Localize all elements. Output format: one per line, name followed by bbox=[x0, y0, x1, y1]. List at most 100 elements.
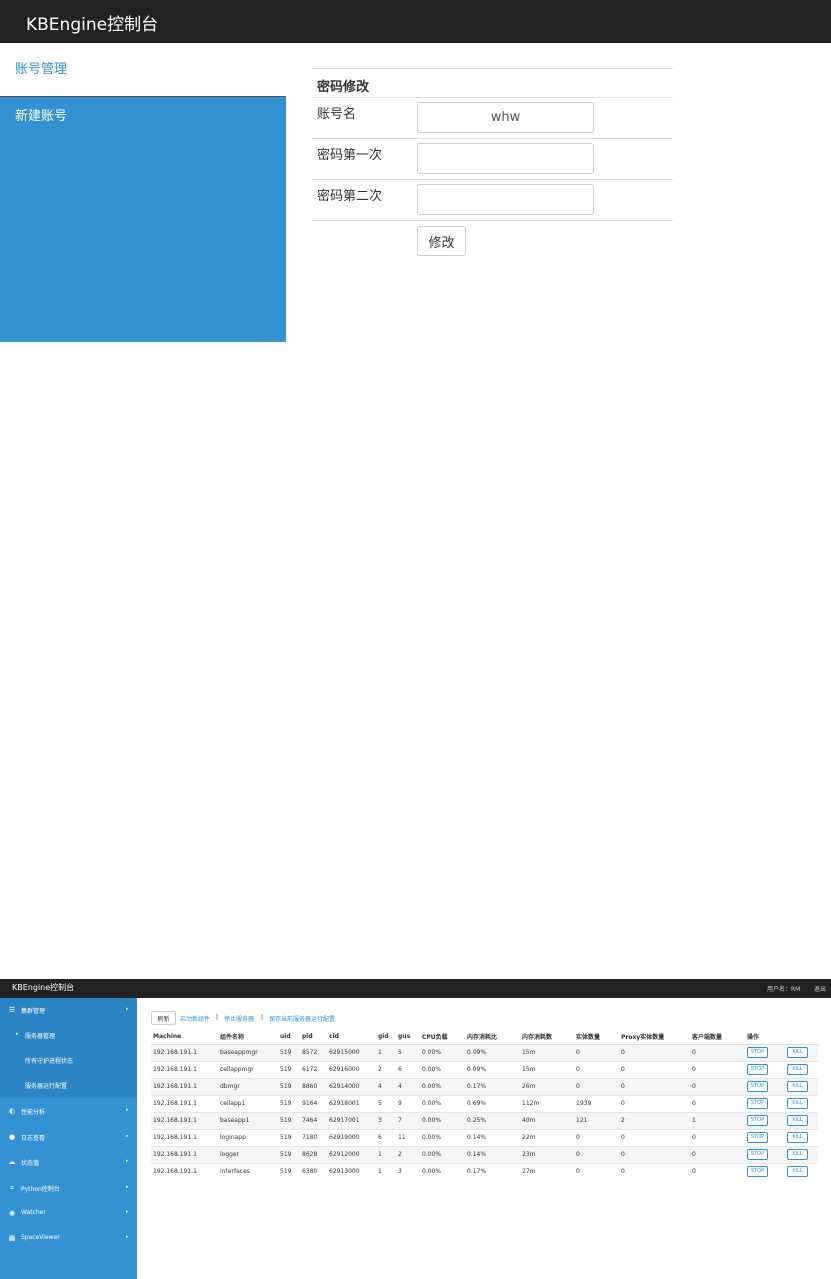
table-cell: 6172 bbox=[300, 1060, 327, 1078]
table-cell: 23m bbox=[520, 1145, 574, 1163]
table-header-row: Machine 组件名称 uid pid cid gid gus CPU负载 内存消耗比 内存消耗… bbox=[151, 1030, 818, 1045]
bottom-navbar: KBEngine控制台 用户名：RM 退出 bbox=[0, 979, 831, 998]
table-cell: 0 bbox=[690, 1145, 745, 1163]
sidebar-item-new-account[interactable]: 新建账号 bbox=[0, 97, 286, 137]
table-cell: 22m bbox=[520, 1128, 574, 1146]
sidebar-item-python-console[interactable]: ⌗ Python控制台 ▸ bbox=[0, 1176, 137, 1201]
brand-title[interactable]: KBEngine控制台 bbox=[12, 982, 74, 993]
table-cell: 0 bbox=[690, 1094, 745, 1112]
sidebar-item-server-management[interactable]: ▸ 服务器管理 bbox=[0, 1023, 137, 1048]
sidebar-item-run-config[interactable]: 服务器运行配置 bbox=[0, 1073, 137, 1098]
table-cell: 62913000 bbox=[327, 1162, 376, 1180]
table-cell: 40m bbox=[520, 1111, 574, 1129]
kill-button[interactable]: KILL bbox=[787, 1115, 808, 1126]
modify-button[interactable]: 修改 bbox=[417, 226, 466, 256]
refresh-button[interactable]: 刷新 bbox=[151, 1011, 176, 1025]
sidebar-item-logs[interactable]: ● 日志查看 ▸ bbox=[0, 1125, 137, 1150]
table-cell: 0.00% bbox=[420, 1077, 465, 1095]
chart-icon: ◐ bbox=[8, 1107, 16, 1115]
table-cell: 0.00% bbox=[420, 1162, 465, 1180]
account-input[interactable] bbox=[417, 102, 594, 133]
table-cell: 15m bbox=[520, 1060, 574, 1078]
table-cell: 5 bbox=[376, 1094, 396, 1112]
table-cell: 0.69% bbox=[465, 1094, 520, 1112]
table-cell: 0 bbox=[690, 1162, 745, 1180]
sidebar: 账号管理 新建账号 bbox=[0, 43, 286, 342]
account-row: 账号名 bbox=[312, 97, 673, 138]
table-cell: 0 bbox=[574, 1128, 619, 1146]
column-header: 内存消耗比 bbox=[465, 1030, 520, 1045]
sidebar-item-cluster-management[interactable]: ☰ 集群管理 ▸ bbox=[0, 998, 137, 1023]
column-header: 客户端数量 bbox=[690, 1030, 745, 1045]
table-cell: 192.168.191.1 bbox=[151, 1128, 218, 1146]
stop-button[interactable]: STOP bbox=[747, 1149, 768, 1160]
table-cell: 0.00% bbox=[420, 1094, 465, 1112]
table-cell: 4 bbox=[396, 1077, 420, 1095]
table-cell: 62912000 bbox=[327, 1145, 376, 1163]
table-cell: 0 bbox=[619, 1060, 690, 1078]
sidebar-item-label: 集群管理 bbox=[21, 1008, 46, 1015]
sidebar-item-status[interactable]: ☁ 状态值 ▸ bbox=[0, 1150, 137, 1175]
table-cell: 0.14% bbox=[465, 1128, 520, 1146]
start-component-link[interactable]: 启动新组件 bbox=[180, 1014, 210, 1023]
chevron-right-icon: ▸ bbox=[126, 1184, 129, 1190]
action-cell: STOP bbox=[745, 1094, 785, 1112]
column-header: gid bbox=[376, 1030, 396, 1045]
kill-button[interactable]: KILL bbox=[787, 1149, 808, 1160]
kill-button[interactable]: KILL bbox=[787, 1047, 808, 1058]
console-icon: ⌗ bbox=[10, 1184, 14, 1192]
column-header: 内存消耗数 bbox=[520, 1030, 574, 1045]
column-header: pid bbox=[300, 1030, 327, 1045]
table-row: 192.168.191.1 cellapp1 519 9164 62918001 5 9 0.… bbox=[151, 1094, 818, 1112]
action-cell: KILL bbox=[785, 1094, 818, 1112]
password1-input[interactable] bbox=[417, 143, 594, 174]
sidebar-item-performance[interactable]: ◐ 性能分析 ▸ bbox=[0, 1099, 137, 1124]
chevron-right-icon: ▸ bbox=[126, 1158, 129, 1164]
table-cell: 0 bbox=[619, 1077, 690, 1095]
table-cell: interfaces bbox=[218, 1162, 278, 1180]
cloud-icon: ☁ bbox=[8, 1158, 16, 1166]
table-cell: 192.168.191.1 bbox=[151, 1145, 218, 1163]
stop-button[interactable]: STOP bbox=[747, 1098, 768, 1109]
brand-title[interactable]: KBEngine控制台 bbox=[26, 10, 158, 35]
sidebar-item-watcher[interactable]: ◉ Watcher ▸ bbox=[0, 1201, 137, 1226]
table-cell: 15m bbox=[520, 1043, 574, 1061]
action-cell: STOP bbox=[745, 1060, 785, 1078]
table-cell: 1939 bbox=[574, 1094, 619, 1112]
stop-button[interactable]: STOP bbox=[747, 1132, 768, 1143]
table-row: 192.168.191.1 baseapp1 519 7464 62917001 3 7 0.… bbox=[151, 1111, 818, 1129]
kill-button[interactable]: KILL bbox=[787, 1132, 808, 1143]
table-cell: 62916000 bbox=[327, 1060, 376, 1078]
logout-link[interactable]: 退出 bbox=[814, 984, 826, 993]
kill-button[interactable]: KILL bbox=[787, 1098, 808, 1109]
table-cell: 0 bbox=[619, 1043, 690, 1061]
table-cell: 2 bbox=[619, 1111, 690, 1129]
table-cell: loginapp bbox=[218, 1128, 278, 1146]
sidebar-item-daemon-status[interactable]: 所有守护进程状态 bbox=[0, 1048, 137, 1073]
form-title: 密码修改 bbox=[317, 80, 370, 95]
kill-button[interactable]: KILL bbox=[787, 1064, 808, 1075]
stop-button[interactable]: STOP bbox=[747, 1064, 768, 1075]
column-header: Machine bbox=[151, 1030, 218, 1045]
action-cell: STOP bbox=[745, 1162, 785, 1180]
password2-input[interactable] bbox=[417, 184, 594, 215]
stop-button[interactable]: STOP bbox=[747, 1166, 768, 1178]
kill-button[interactable]: KILL bbox=[787, 1166, 808, 1178]
table-cell: 121 bbox=[574, 1111, 619, 1129]
kill-button[interactable]: KILL bbox=[787, 1081, 808, 1092]
table-cell: 519 bbox=[278, 1162, 300, 1180]
stop-button[interactable]: STOP bbox=[747, 1115, 768, 1126]
table-cell: 112m bbox=[520, 1094, 574, 1112]
sidebar-item-spaceviewer[interactable]: ▦ SpaceViewer ▸ bbox=[0, 1226, 137, 1251]
sidebar-item-account-management[interactable]: 账号管理 bbox=[0, 43, 286, 97]
table-cell: 519 bbox=[278, 1111, 300, 1129]
stop-button[interactable]: STOP bbox=[747, 1047, 768, 1058]
stop-button[interactable]: STOP bbox=[747, 1081, 768, 1092]
stop-server-link[interactable]: 停止服务器 bbox=[224, 1014, 254, 1023]
table-cell: 0.14% bbox=[465, 1145, 520, 1163]
sidebar-item-label: 性能分析 bbox=[21, 1109, 46, 1116]
table-cell: 519 bbox=[278, 1094, 300, 1112]
table-cell: 192.168.191.1 bbox=[151, 1043, 218, 1061]
save-config-link[interactable]: 保存当前服务器运行配置 bbox=[269, 1014, 335, 1023]
form-heading-row: 密码修改 bbox=[312, 68, 673, 97]
